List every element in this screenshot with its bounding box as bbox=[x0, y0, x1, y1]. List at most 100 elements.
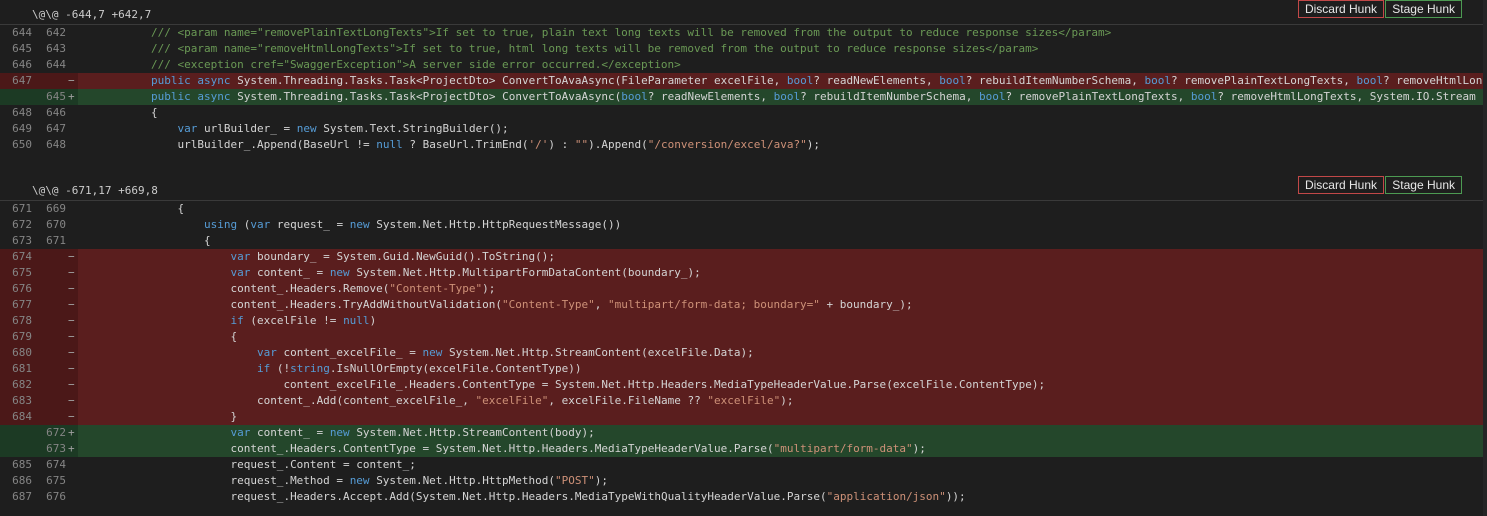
diff-marker bbox=[66, 121, 78, 137]
code-text: content_.Add(content_excelFile_, "excelF… bbox=[78, 393, 1483, 409]
code-text: content_.Headers.TryAddWithoutValidation… bbox=[78, 297, 1483, 313]
code-text: content_.Headers.Remove("Content-Type"); bbox=[78, 281, 1483, 297]
new-line-number: 644 bbox=[46, 58, 66, 71]
diff-marker bbox=[66, 201, 78, 217]
diff-hunk: \@\@ -644,7 +642,7 Discard Hunk Stage Hu… bbox=[0, 0, 1483, 153]
code-text: using (var request_ = new System.Net.Htt… bbox=[203, 218, 622, 231]
discard-hunk-button[interactable]: Discard Hunk bbox=[1297, 0, 1384, 18]
old-line-number bbox=[0, 89, 32, 105]
new-line-number: 643 bbox=[46, 42, 66, 55]
new-line-number bbox=[32, 281, 66, 297]
new-line-number: 645 bbox=[46, 90, 66, 103]
diff-marker bbox=[66, 137, 78, 153]
code-text: } bbox=[78, 409, 1483, 425]
diff-marker bbox=[66, 105, 78, 121]
new-line-number: 648 bbox=[46, 138, 66, 151]
context-line[interactable]: 650 648 urlBuilder_.Append(BaseUrl != nul… bbox=[0, 137, 1483, 153]
new-line-number bbox=[32, 313, 66, 329]
discard-hunk-button[interactable]: Discard Hunk bbox=[1297, 176, 1384, 194]
added-line[interactable]: 645 + public async System.Threading.Tasks… bbox=[0, 89, 1483, 105]
code-text: var content_ = new System.Net.Http.Multi… bbox=[78, 265, 1483, 281]
stage-hunk-button[interactable]: Stage Hunk bbox=[1385, 176, 1462, 194]
code-text: /// <param name="removeHtmlLongTexts">If… bbox=[150, 42, 1039, 55]
context-line[interactable]: 686 675 request_.Method = new System.Net.… bbox=[0, 473, 1483, 489]
diff-marker: − bbox=[68, 314, 75, 327]
removed-line[interactable]: 675 − var content_ = new System.Net.Http.… bbox=[0, 265, 1483, 281]
diff-marker: − bbox=[68, 330, 75, 343]
diff-marker: + bbox=[68, 90, 75, 103]
code-text: if (excelFile != null) bbox=[78, 313, 1483, 329]
new-line-number bbox=[32, 393, 66, 409]
stage-hunk-button[interactable]: Stage Hunk bbox=[1385, 0, 1462, 18]
removed-line[interactable]: 680 − var content_excelFile_ = new System… bbox=[0, 345, 1483, 361]
old-line-number: 683 bbox=[12, 394, 32, 407]
diff-marker: − bbox=[68, 74, 75, 87]
diff-marker: − bbox=[68, 394, 75, 407]
code-text: /// <param name="removePlainTextLongText… bbox=[150, 26, 1112, 39]
new-line-number: 676 bbox=[46, 490, 66, 503]
new-line-number: 669 bbox=[46, 202, 66, 215]
diff-marker bbox=[66, 41, 78, 57]
diff-marker: − bbox=[68, 346, 75, 359]
context-line[interactable]: 672 670 using (var request_ = new System.… bbox=[0, 217, 1483, 233]
old-line-number: 672 bbox=[12, 218, 32, 231]
new-line-number bbox=[32, 73, 66, 89]
new-line-number bbox=[32, 361, 66, 377]
context-line[interactable]: 644 642 /// <param name="removePlainTextL… bbox=[0, 25, 1483, 41]
diff-marker: − bbox=[68, 282, 75, 295]
context-line[interactable]: 649 647 var urlBuilder_ = new System.Text… bbox=[0, 121, 1483, 137]
new-line-number bbox=[32, 249, 66, 265]
context-line[interactable]: 646 644 /// <exception cref="SwaggerExcep… bbox=[0, 57, 1483, 73]
diff-marker: − bbox=[68, 362, 75, 375]
code-text: request_.Content = content_; bbox=[230, 458, 416, 471]
old-line-number: 673 bbox=[12, 234, 32, 247]
added-line[interactable]: 672 + var content_ = new System.Net.Http.… bbox=[0, 425, 1483, 441]
new-line-number bbox=[32, 409, 66, 425]
removed-line[interactable]: 674 − var boundary_ = System.Guid.NewGuid… bbox=[0, 249, 1483, 265]
removed-line[interactable]: 647 − public async System.Threading.Tasks… bbox=[0, 73, 1483, 89]
code-text: request_.Headers.Accept.Add(System.Net.H… bbox=[230, 490, 966, 503]
removed-line[interactable]: 677 − content_.Headers.TryAddWithoutValid… bbox=[0, 297, 1483, 313]
new-line-number bbox=[32, 345, 66, 361]
removed-line[interactable]: 681 − if (!string.IsNullOrEmpty(excelFile… bbox=[0, 361, 1483, 377]
old-line-number: 646 bbox=[12, 58, 32, 71]
removed-line[interactable]: 682 − content_excelFile_.Headers.ContentT… bbox=[0, 377, 1483, 393]
hunk-header: \@\@ -671,17 +669,8 Discard Hunk Stage H… bbox=[0, 176, 1483, 201]
old-line-number: 678 bbox=[12, 314, 32, 327]
diff-marker bbox=[66, 473, 78, 489]
new-line-number: 674 bbox=[46, 458, 66, 471]
diff-marker bbox=[66, 25, 78, 41]
context-line[interactable]: 673 671 { bbox=[0, 233, 1483, 249]
old-line-number: 645 bbox=[12, 42, 32, 55]
new-line-number bbox=[32, 297, 66, 313]
code-text: /// <exception cref="SwaggerException">A… bbox=[150, 58, 681, 71]
code-text: { bbox=[78, 329, 1483, 345]
old-line-number: 680 bbox=[12, 346, 32, 359]
context-line[interactable]: 687 676 request_.Headers.Accept.Add(Syste… bbox=[0, 489, 1483, 505]
new-line-number bbox=[32, 265, 66, 281]
new-line-number: 671 bbox=[46, 234, 66, 247]
old-line-number: 685 bbox=[12, 458, 32, 471]
removed-line[interactable]: 678 − if (excelFile != null) bbox=[0, 313, 1483, 329]
context-line[interactable]: 645 643 /// <param name="removeHtmlLongTe… bbox=[0, 41, 1483, 57]
removed-line[interactable]: 676 − content_.Headers.Remove("Content-Ty… bbox=[0, 281, 1483, 297]
diff-marker: − bbox=[68, 266, 75, 279]
vertical-scrollbar[interactable] bbox=[1483, 0, 1487, 516]
context-line[interactable]: 685 674 request_.Content = content_; bbox=[0, 457, 1483, 473]
removed-line[interactable]: 679 − { bbox=[0, 329, 1483, 345]
context-line[interactable]: 671 669 { bbox=[0, 201, 1483, 217]
removed-line[interactable]: 684 − } bbox=[0, 409, 1483, 425]
added-line[interactable]: 673 + content_.Headers.ContentType = Syst… bbox=[0, 441, 1483, 457]
diff-marker: − bbox=[68, 250, 75, 263]
diff-marker: + bbox=[68, 442, 75, 455]
old-line-number: 650 bbox=[12, 138, 32, 151]
context-line[interactable]: 648 646 { bbox=[0, 105, 1483, 121]
code-text: content_excelFile_.Headers.ContentType =… bbox=[78, 377, 1483, 393]
removed-line[interactable]: 683 − content_.Add(content_excelFile_, "e… bbox=[0, 393, 1483, 409]
old-line-number: 686 bbox=[12, 474, 32, 487]
hunk-header: \@\@ -644,7 +642,7 Discard Hunk Stage Hu… bbox=[0, 0, 1483, 25]
code-text: { bbox=[98, 106, 158, 119]
diff-hunk: \@\@ -671,17 +669,8 Discard Hunk Stage H… bbox=[0, 176, 1483, 505]
new-line-number bbox=[32, 377, 66, 393]
old-line-number: 647 bbox=[12, 74, 32, 87]
